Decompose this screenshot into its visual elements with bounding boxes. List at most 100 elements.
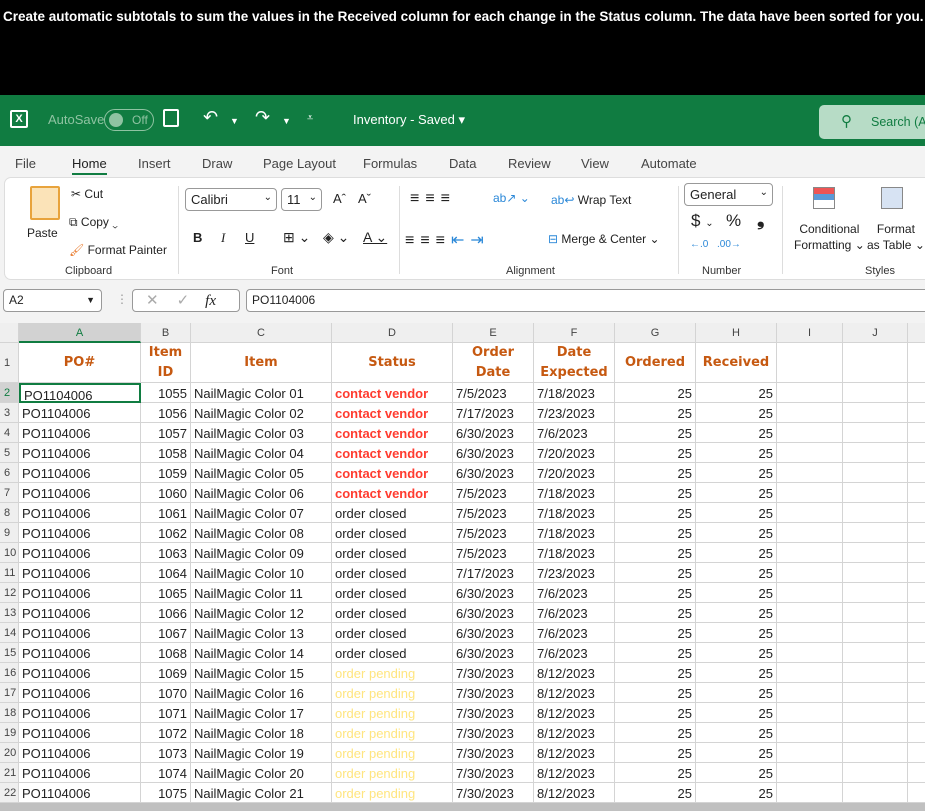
header-cell[interactable]: Status: [332, 343, 453, 383]
table-cell[interactable]: PO1104006: [19, 743, 141, 763]
table-cell[interactable]: order closed: [332, 543, 453, 563]
table-cell[interactable]: 25: [615, 723, 696, 743]
row-header[interactable]: 21: [0, 763, 19, 783]
table-cell[interactable]: PO1104006: [19, 603, 141, 623]
table-cell[interactable]: 7/18/2023: [534, 503, 615, 523]
table-cell[interactable]: 25: [696, 563, 777, 583]
fill-color-icon[interactable]: ◈ ⌄: [323, 229, 349, 246]
paste-button[interactable]: Paste: [27, 226, 58, 240]
empty-cell[interactable]: [843, 523, 908, 543]
empty-cell[interactable]: [843, 383, 908, 403]
tab-draw[interactable]: Draw: [202, 156, 232, 171]
currency-button[interactable]: $ ⌄: [691, 211, 714, 231]
table-cell[interactable]: 6/30/2023: [453, 443, 534, 463]
row-header[interactable]: 22: [0, 783, 19, 803]
autosave-toggle[interactable]: Off: [104, 109, 154, 131]
table-cell[interactable]: 7/6/2023: [534, 603, 615, 623]
cancel-icon[interactable]: ✕: [146, 292, 159, 309]
empty-cell[interactable]: [777, 783, 843, 803]
empty-cell[interactable]: [908, 563, 925, 583]
table-cell[interactable]: PO1104006: [19, 523, 141, 543]
table-cell[interactable]: 8/12/2023: [534, 723, 615, 743]
table-cell[interactable]: order closed: [332, 623, 453, 643]
table-cell[interactable]: 8/12/2023: [534, 763, 615, 783]
column-header[interactable]: [908, 323, 925, 343]
column-header[interactable]: H: [696, 323, 777, 343]
table-cell[interactable]: PO1104006: [19, 643, 141, 663]
row-header[interactable]: 2: [0, 383, 19, 403]
table-cell[interactable]: 25: [615, 563, 696, 583]
table-cell[interactable]: NailMagic Color 02: [191, 403, 332, 423]
empty-cell[interactable]: [908, 423, 925, 443]
empty-cell[interactable]: [843, 643, 908, 663]
table-cell[interactable]: 25: [696, 763, 777, 783]
table-cell[interactable]: 6/30/2023: [453, 643, 534, 663]
underline-button[interactable]: U: [245, 230, 254, 245]
tab-page-layout[interactable]: Page Layout: [263, 156, 336, 171]
tab-review[interactable]: Review: [508, 156, 551, 171]
empty-cell[interactable]: [908, 683, 925, 703]
increase-decimal-icon[interactable]: ←.0: [690, 239, 708, 250]
redo-dropdown-icon[interactable]: ▼: [282, 116, 291, 126]
table-cell[interactable]: NailMagic Color 04: [191, 443, 332, 463]
decrease-decimal-icon[interactable]: .00→: [717, 239, 741, 250]
empty-cell[interactable]: [843, 683, 908, 703]
table-cell[interactable]: order closed: [332, 583, 453, 603]
undo-icon[interactable]: ↶: [203, 107, 218, 128]
merge-center-button[interactable]: ⊟ Merge & Center ⌄: [548, 232, 660, 246]
table-cell[interactable]: NailMagic Color 17: [191, 703, 332, 723]
table-cell[interactable]: NailMagic Color 07: [191, 503, 332, 523]
empty-cell[interactable]: [908, 783, 925, 803]
empty-cell[interactable]: [777, 623, 843, 643]
table-cell[interactable]: 1073: [141, 743, 191, 763]
empty-cell[interactable]: [843, 603, 908, 623]
format-as-table-button[interactable]: Format as Table ⌄: [867, 221, 925, 253]
empty-cell[interactable]: [843, 443, 908, 463]
table-cell[interactable]: NailMagic Color 09: [191, 543, 332, 563]
table-cell[interactable]: 7/23/2023: [534, 563, 615, 583]
row-header[interactable]: 17: [0, 683, 19, 703]
empty-cell[interactable]: [777, 443, 843, 463]
table-cell[interactable]: 25: [696, 723, 777, 743]
table-cell[interactable]: 25: [696, 423, 777, 443]
table-cell[interactable]: PO1104006: [19, 663, 141, 683]
empty-cell[interactable]: [777, 743, 843, 763]
table-cell[interactable]: 25: [696, 703, 777, 723]
table-cell[interactable]: 25: [615, 383, 696, 403]
font-size-dropdown[interactable]: 11 ⌄: [281, 188, 322, 211]
table-cell[interactable]: 25: [696, 523, 777, 543]
font-color-icon[interactable]: A ⌄: [363, 229, 387, 246]
column-header[interactable]: D: [332, 323, 453, 343]
table-cell[interactable]: 25: [615, 443, 696, 463]
row-header[interactable]: 5: [0, 443, 19, 463]
increase-font-icon[interactable]: Aˆ: [333, 191, 346, 206]
empty-cell[interactable]: [777, 703, 843, 723]
formula-input[interactable]: PO1104006: [246, 289, 925, 312]
table-cell[interactable]: 7/30/2023: [453, 683, 534, 703]
table-cell[interactable]: order closed: [332, 643, 453, 663]
document-title[interactable]: Inventory - Saved ▾: [353, 112, 465, 128]
undo-dropdown-icon[interactable]: ▼: [230, 116, 239, 126]
table-cell[interactable]: 7/5/2023: [453, 383, 534, 403]
header-cell[interactable]: [908, 343, 925, 383]
empty-cell[interactable]: [843, 743, 908, 763]
table-cell[interactable]: order closed: [332, 503, 453, 523]
table-cell[interactable]: contact vendor: [332, 423, 453, 443]
table-cell[interactable]: PO1104006: [19, 783, 141, 803]
table-cell[interactable]: 7/18/2023: [534, 383, 615, 403]
table-cell[interactable]: PO1104006: [19, 503, 141, 523]
table-cell[interactable]: 1069: [141, 663, 191, 683]
table-cell[interactable]: 25: [615, 403, 696, 423]
table-cell[interactable]: order pending: [332, 723, 453, 743]
table-cell[interactable]: 1061: [141, 503, 191, 523]
table-cell[interactable]: NailMagic Color 12: [191, 603, 332, 623]
empty-cell[interactable]: [777, 723, 843, 743]
save-icon[interactable]: [163, 109, 179, 127]
row-header[interactable]: 1: [0, 343, 19, 383]
tab-automate[interactable]: Automate: [641, 156, 697, 171]
header-cell[interactable]: Order Date: [453, 343, 534, 383]
font-name-dropdown[interactable]: Calibri ⌄: [185, 188, 277, 211]
format-as-table-icon[interactable]: [881, 187, 903, 209]
empty-cell[interactable]: [777, 543, 843, 563]
table-cell[interactable]: 8/12/2023: [534, 783, 615, 803]
